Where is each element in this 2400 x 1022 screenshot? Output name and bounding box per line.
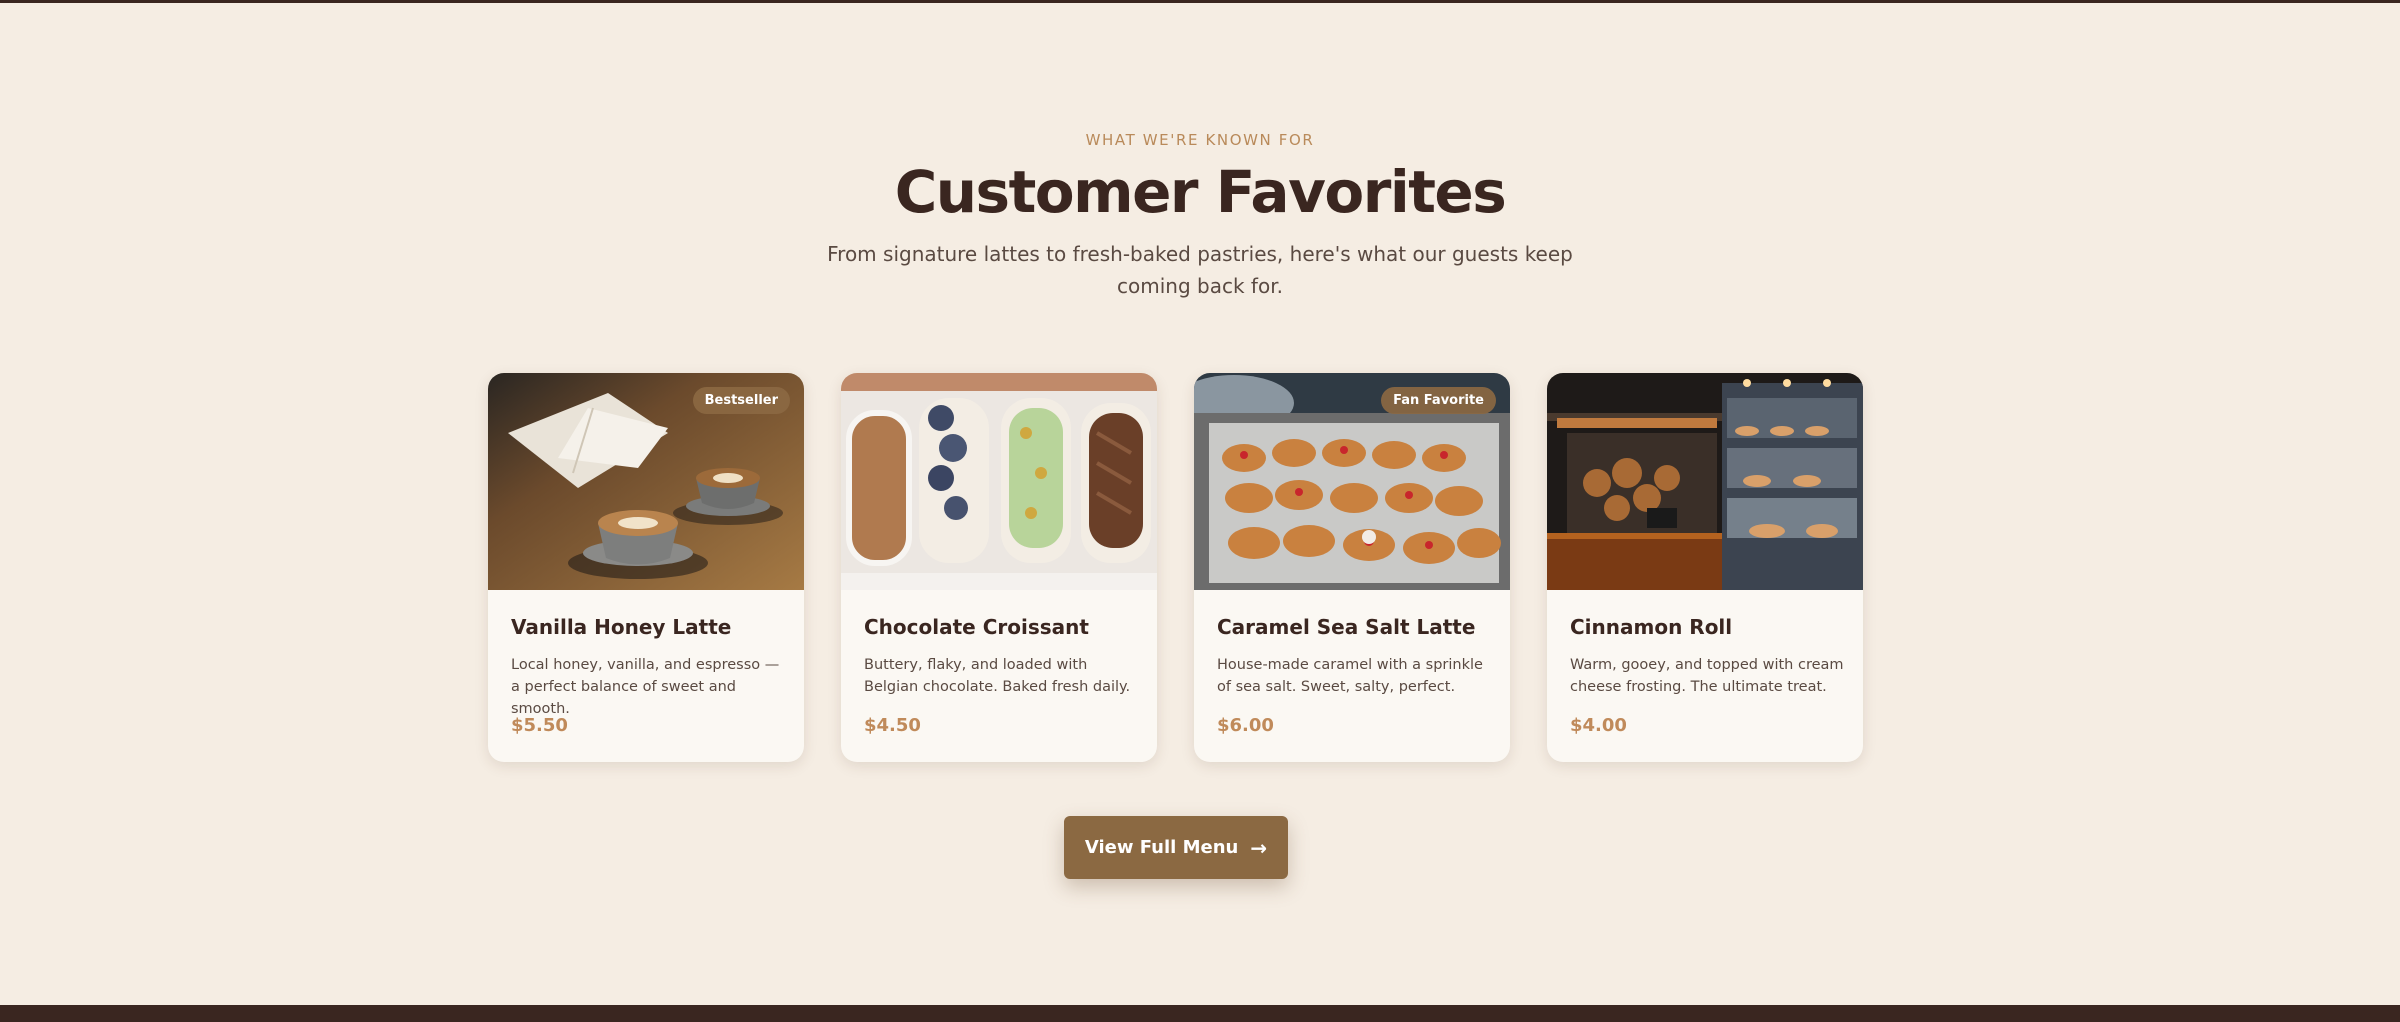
eclair-photo	[841, 373, 1157, 590]
footer-band	[0, 1005, 2400, 1022]
pastry-tray-photo: Fan Favorite	[1194, 373, 1510, 590]
card-price: $4.00	[1570, 715, 1627, 736]
product-card-cinnamon-roll[interactable]: Cinnamon Roll Warm, gooey, and topped wi…	[1547, 373, 1863, 762]
product-card-chocolate-croissant[interactable]: Chocolate Croissant Buttery, flaky, and …	[841, 373, 1157, 762]
bakery-case-photo	[1547, 373, 1863, 590]
card-title: Chocolate Croissant	[864, 615, 1089, 639]
product-card-vanilla-honey-latte[interactable]: Bestseller Vanilla Honey Latte Local hon…	[488, 373, 804, 762]
top-border	[0, 0, 2400, 3]
card-description: Local honey, vanilla, and espresso — a p…	[511, 657, 780, 717]
favorites-grid: Bestseller Vanilla Honey Latte Local hon…	[488, 373, 1864, 762]
section-title: Customer Favorites	[894, 158, 1507, 226]
cta-label: View Full Menu	[1084, 837, 1239, 858]
card-title: Vanilla Honey Latte	[511, 615, 732, 639]
product-card-caramel-sea-salt-latte[interactable]: Fan Favorite Caramel Sea Salt Latte Hous…	[1194, 373, 1510, 762]
card-title: Cinnamon Roll	[1570, 615, 1733, 639]
card-description: Buttery, flaky, and loaded with Belgian …	[864, 657, 1131, 695]
latte-photo: Bestseller	[488, 373, 804, 590]
section-eyebrow: WHAT WE'RE KNOWN FOR	[1085, 131, 1315, 149]
card-price: $6.00	[1217, 715, 1274, 736]
card-description: Warm, gooey, and topped with cream chees…	[1570, 657, 1844, 695]
arrow-right-icon: →	[1250, 835, 1268, 860]
card-price: $4.50	[864, 715, 921, 736]
bestseller-badge: Bestseller	[692, 387, 790, 414]
card-title: Caramel Sea Salt Latte	[1217, 615, 1476, 639]
fan-favorite-badge: Fan Favorite	[1381, 387, 1496, 414]
card-description: House-made caramel with a sprinkle of se…	[1217, 657, 1483, 695]
view-full-menu-button[interactable]: View Full Menu →	[1064, 816, 1288, 879]
section-subtitle: From signature lattes to fresh-baked pas…	[827, 242, 1573, 298]
card-price: $5.50	[511, 715, 568, 736]
